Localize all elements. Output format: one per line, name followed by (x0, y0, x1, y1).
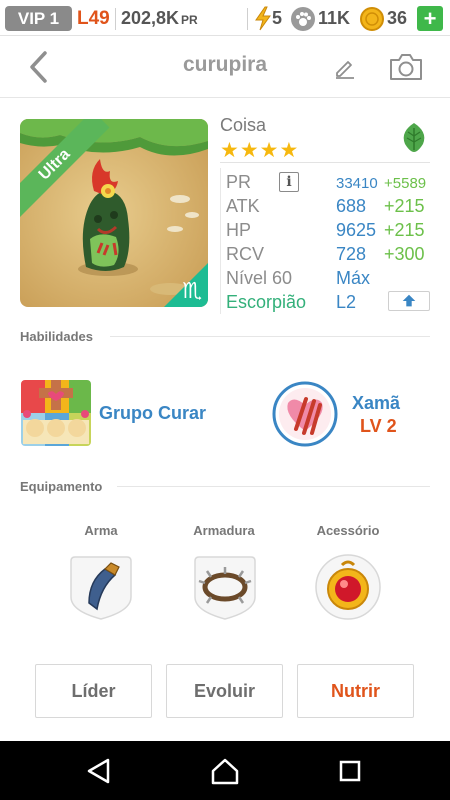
equipment-section-label: Equipamento (20, 479, 103, 494)
info-icon[interactable]: i (279, 172, 299, 192)
header: curupira (0, 36, 450, 98)
paw-icon (291, 7, 315, 31)
leader-button[interactable]: Líder (35, 664, 152, 718)
add-currency-button[interactable]: + (417, 6, 443, 31)
divider (115, 8, 116, 30)
skill-icon[interactable] (21, 380, 91, 446)
star-rating: ★★★★ (220, 139, 300, 162)
atk-bonus: +215 (384, 196, 425, 216)
hp-value: 9625 (336, 220, 377, 240)
accessory-slot[interactable] (314, 553, 382, 621)
skills-section-label: Habilidades (20, 329, 93, 344)
skill-name[interactable]: Grupo Curar (99, 403, 206, 424)
class-name: Xamã (352, 393, 401, 413)
accessory-label: Acessório (316, 523, 380, 538)
rcv-bonus: +300 (384, 244, 425, 264)
player-pr-unit: PR (181, 13, 198, 27)
zodiac-level: L2 (336, 292, 357, 312)
pr-label: PR (226, 172, 252, 192)
shaman-class-icon[interactable] (272, 381, 338, 447)
armor-label: Armadura (193, 523, 255, 538)
hp-label: HP (226, 220, 252, 240)
zodiac-upgrade-button[interactable] (388, 291, 430, 311)
feed-button[interactable]: Nutrir (297, 664, 414, 718)
level-label: Nível 60 (226, 268, 293, 288)
pet-species-name: Coisa (220, 115, 267, 135)
recents-nav-icon[interactable] (334, 755, 366, 787)
coin-icon (360, 7, 384, 31)
divider (220, 162, 430, 163)
back-nav-icon[interactable] (84, 755, 116, 787)
status-bar: VIP 1 L49 202,8K PR 5 11K 36 + (0, 0, 450, 36)
system-nav-bar (0, 741, 450, 800)
scorpio-icon: ♏ (182, 278, 202, 303)
leaf-element-icon (398, 121, 430, 153)
home-nav-icon[interactable] (209, 755, 241, 787)
divider (110, 336, 430, 337)
evolve-button[interactable]: Evoluir (166, 664, 283, 718)
pet-portrait[interactable]: Ultra ♏ (20, 119, 208, 307)
player-pr: 202,8K PR (121, 6, 198, 33)
player-pr-value: 202,8K (121, 8, 180, 28)
level-value: Máx (336, 268, 371, 288)
camera-icon[interactable] (388, 52, 424, 82)
atk-label: ATK (226, 196, 260, 216)
pr-value: 33410 (336, 175, 378, 192)
vip-badge[interactable]: VIP 1 (5, 6, 72, 31)
armor-slot[interactable] (191, 553, 259, 621)
divider (117, 486, 430, 487)
player-level: L49 (77, 8, 110, 29)
heal-skill-icon (21, 380, 91, 446)
paw-count: 11K (318, 8, 351, 28)
weapon-label: Arma (84, 523, 118, 538)
rcv-label: RCV (226, 244, 265, 264)
class-level: LV 2 (360, 416, 397, 436)
pr-bonus: +5589 (384, 175, 427, 192)
pet-image (20, 119, 208, 307)
weapon-slot[interactable] (67, 553, 135, 621)
edit-pencil-icon[interactable] (333, 56, 357, 80)
lightning-icon (255, 6, 271, 31)
stamina-count: 5 (272, 8, 283, 28)
atk-value: 688 (336, 196, 367, 216)
zodiac-name: Escorpião (226, 292, 307, 312)
pet-nickname: curupira (182, 53, 268, 76)
arrow-up-icon (402, 294, 416, 307)
rcv-value: 728 (336, 244, 367, 264)
coin-count: 36 (387, 8, 408, 28)
hp-bonus: +215 (384, 220, 425, 240)
divider (247, 8, 248, 30)
